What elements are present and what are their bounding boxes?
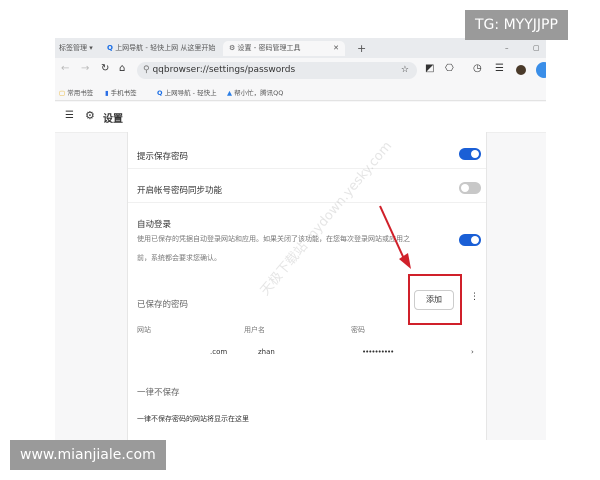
qq-icon: Q bbox=[107, 44, 113, 52]
red-arrow-annotation bbox=[379, 205, 411, 269]
home-icon[interactable]: ⌂ bbox=[119, 63, 125, 74]
tab-bar: 标签管理 ▾ Q 上网导航 - 轻快上网 从这里开始 ⚙ 设置 - 密码管理工具… bbox=[55, 38, 546, 58]
never-save-title: 一律不保存 bbox=[137, 388, 180, 398]
url-text: qqbrowser://settings/passwords bbox=[152, 65, 296, 75]
sync-label: 开启帐号密码同步功能 bbox=[137, 186, 223, 196]
back-icon[interactable]: ← bbox=[61, 63, 69, 74]
bookmark-mobile[interactable]: ▮ 手机书签 bbox=[105, 87, 137, 97]
chevron-right-icon[interactable]: › bbox=[471, 348, 474, 356]
auto-login-label: 自动登录 bbox=[137, 220, 172, 230]
extension-icon[interactable]: ◩ bbox=[425, 63, 434, 74]
forward-icon[interactable]: → bbox=[81, 63, 89, 74]
highlight-box-annotation bbox=[408, 274, 462, 325]
bookmark-navigation[interactable]: Q 上网导航 - 轻快上 bbox=[157, 87, 217, 97]
maximize-button[interactable]: ▢ bbox=[533, 41, 540, 56]
auto-login-desc-2: 前，系统都会要求您确认。 bbox=[137, 254, 221, 262]
never-save-empty: 一律不保存密码的网站将显示在这里 bbox=[137, 415, 249, 423]
star-icon[interactable]: ☆ bbox=[401, 62, 409, 79]
url-input[interactable]: ⚲ qqbrowser://settings/passwords ☆ bbox=[137, 62, 417, 79]
divider bbox=[128, 168, 486, 169]
new-tab-button[interactable]: + bbox=[357, 41, 366, 56]
column-username: 用户名 bbox=[244, 326, 265, 334]
offer-save-toggle[interactable] bbox=[459, 148, 481, 160]
settings-header: ☰ ⚙ 设置 bbox=[55, 102, 546, 133]
bookmarks-bar: ▢ 常用书签 ▮ 手机书签 Q 上网导航 - 轻快上 ▲ 帮小忙，腾讯QQ bbox=[55, 84, 546, 101]
search-icon: ⚲ bbox=[143, 65, 150, 75]
browser-window: 标签管理 ▾ Q 上网导航 - 轻快上网 从这里开始 ⚙ 设置 - 密码管理工具… bbox=[55, 38, 546, 440]
tab-label: 设置 - 密码管理工具 bbox=[237, 44, 301, 52]
gear-icon: ⚙ bbox=[229, 44, 236, 52]
auto-login-toggle[interactable] bbox=[459, 234, 481, 246]
history-icon[interactable]: ◷ bbox=[473, 63, 482, 74]
password-cell: •••••••••• bbox=[362, 348, 394, 356]
bookmark-common[interactable]: ▢ 常用书签 bbox=[59, 87, 93, 97]
saved-passwords-title: 已保存的密码 bbox=[137, 300, 189, 310]
watermark-bottom: www.mianjiale.com bbox=[10, 440, 166, 470]
column-password: 密码 bbox=[351, 326, 365, 334]
tab-navigation[interactable]: Q 上网导航 - 轻快上网 从这里开始 bbox=[107, 41, 215, 56]
tab-bookmark-manager[interactable]: 标签管理 ▾ bbox=[59, 41, 93, 56]
username-cell: zhan bbox=[258, 348, 275, 356]
assistant-icon[interactable] bbox=[536, 62, 546, 78]
sync-toggle[interactable] bbox=[459, 182, 481, 194]
minimize-button[interactable]: – bbox=[505, 41, 509, 56]
watermark-top: TG: MYYJJPP bbox=[465, 10, 568, 40]
tab-settings[interactable]: ⚙ 设置 - 密码管理工具 ✕ bbox=[223, 41, 345, 56]
avatar[interactable] bbox=[516, 65, 526, 75]
address-bar-row: ← → ↻ ⌂ ⚲ qqbrowser://settings/passwords… bbox=[55, 59, 546, 83]
tab-label: 上网导航 - 轻快上网 从这里开始 bbox=[115, 44, 216, 52]
page-title: 设置 bbox=[103, 114, 123, 125]
auto-login-desc: 使用已保存的凭据自动登录网站和应用。如果关闭了该功能，在您每次登录网站或应用之 bbox=[137, 235, 410, 243]
gear-icon: ⚙ bbox=[85, 109, 95, 122]
menu-icon[interactable]: ☰ bbox=[495, 63, 504, 74]
reload-icon[interactable]: ↻ bbox=[101, 63, 109, 74]
hamburger-menu-icon[interactable]: ☰ bbox=[65, 110, 74, 121]
close-tab-icon[interactable]: ✕ bbox=[333, 41, 339, 56]
bookmark-qq[interactable]: ▲ 帮小忙，腾讯QQ bbox=[227, 87, 283, 97]
divider bbox=[128, 202, 486, 203]
offer-save-label: 提示保存密码 bbox=[137, 152, 189, 162]
more-options-icon[interactable]: ⋮ bbox=[470, 292, 479, 302]
site-cell: .com bbox=[210, 348, 228, 356]
share-icon[interactable]: ⎔ bbox=[445, 63, 454, 74]
column-site: 网站 bbox=[137, 326, 151, 334]
table-row[interactable]: .com zhan •••••••••• › bbox=[128, 348, 486, 364]
